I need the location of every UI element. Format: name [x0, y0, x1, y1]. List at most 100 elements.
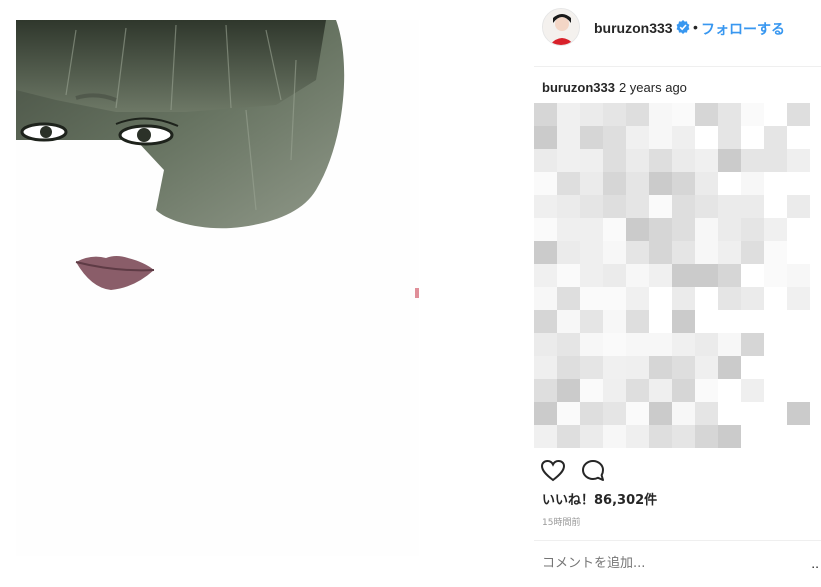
mosaic-cell — [649, 241, 672, 264]
mosaic-cell — [649, 425, 672, 448]
comment-input[interactable] — [540, 551, 799, 575]
mosaic-cell — [534, 402, 557, 425]
mosaic-cell — [741, 103, 764, 126]
mosaic-cell — [557, 287, 580, 310]
verified-badge-icon — [676, 20, 690, 34]
mosaic-cell — [626, 287, 649, 310]
mosaic-cell — [580, 425, 603, 448]
mosaic-cell — [534, 172, 557, 195]
post-photo[interactable] — [16, 20, 419, 556]
mosaic-cell — [557, 126, 580, 149]
mosaic-cell — [557, 218, 580, 241]
mosaic-cell — [580, 310, 603, 333]
mosaic-cell — [787, 149, 810, 172]
mosaic-cell — [534, 333, 557, 356]
mosaic-cell — [626, 195, 649, 218]
mosaic-cell — [695, 172, 718, 195]
mosaic-cell — [695, 264, 718, 287]
mosaic-cell — [557, 310, 580, 333]
mosaic-cell — [764, 126, 787, 149]
mosaic-cell — [672, 356, 695, 379]
mosaic-cell — [603, 356, 626, 379]
mosaic-cell — [718, 264, 741, 287]
mosaic-cell — [580, 195, 603, 218]
mosaic-cell — [626, 149, 649, 172]
comment-icon[interactable] — [580, 458, 606, 484]
mosaic-cell — [626, 172, 649, 195]
mosaic-cell — [626, 241, 649, 264]
post-age: 15時間前 — [542, 518, 581, 528]
separator-dot: • — [693, 19, 698, 35]
comment-bar: .. — [534, 540, 821, 587]
mosaic-cell — [672, 241, 695, 264]
mosaic-cell — [695, 218, 718, 241]
mosaic-cell — [764, 218, 787, 241]
mosaic-cell — [787, 103, 810, 126]
mosaic-cell — [603, 218, 626, 241]
mosaic-cell — [672, 310, 695, 333]
mosaic-cell — [626, 333, 649, 356]
mosaic-cell — [557, 264, 580, 287]
mosaic-cell — [580, 241, 603, 264]
mosaic-cell — [626, 356, 649, 379]
mosaic-cell — [557, 425, 580, 448]
mosaic-cell — [741, 241, 764, 264]
mosaic-cell — [557, 379, 580, 402]
mosaic-cell — [534, 241, 557, 264]
caption-time: 2 years ago — [618, 80, 687, 95]
more-options-icon[interactable]: .. — [811, 555, 819, 571]
mosaic-cell — [534, 103, 557, 126]
mosaic-cell — [741, 195, 764, 218]
follow-button[interactable]: フォローする — [701, 19, 785, 39]
mosaic-cell — [580, 264, 603, 287]
mosaic-cell — [603, 287, 626, 310]
post-sidebar: buruzon333 • フォローする buruzon333 2 years ag… — [534, 0, 821, 586]
mosaic-cell — [580, 172, 603, 195]
mosaic-cell — [557, 402, 580, 425]
avatar[interactable] — [542, 8, 580, 46]
mosaic-cell — [649, 126, 672, 149]
mosaic-cell — [672, 126, 695, 149]
mosaic-cell — [764, 241, 787, 264]
mosaic-cell — [580, 218, 603, 241]
mosaic-cell — [695, 333, 718, 356]
mosaic-cell — [649, 264, 672, 287]
mosaic-cell — [649, 149, 672, 172]
mosaic-cell — [603, 241, 626, 264]
mosaic-cell — [534, 379, 557, 402]
mosaic-cell — [787, 264, 810, 287]
mosaic-cell — [557, 241, 580, 264]
mosaic-cell — [580, 402, 603, 425]
mosaic-cell — [672, 218, 695, 241]
mosaic-cell — [649, 333, 672, 356]
mosaic-cell — [534, 195, 557, 218]
mosaic-cell — [626, 218, 649, 241]
caption-username[interactable]: buruzon333 — [542, 80, 615, 95]
mosaic-cell — [557, 149, 580, 172]
mosaic-cell — [741, 287, 764, 310]
mosaic-cell — [741, 149, 764, 172]
mosaic-cell — [672, 103, 695, 126]
mosaic-cell — [580, 356, 603, 379]
mosaic-cell — [718, 356, 741, 379]
caption: buruzon333 2 years ago — [542, 80, 687, 95]
mosaic-cell — [695, 103, 718, 126]
mosaic-cell — [580, 287, 603, 310]
avatar-image — [543, 9, 579, 45]
mosaic-cell — [626, 402, 649, 425]
mosaic-cell — [603, 264, 626, 287]
mosaic-cell — [580, 126, 603, 149]
mosaic-cell — [787, 402, 810, 425]
mosaic-cell — [718, 149, 741, 172]
mosaic-cell — [534, 218, 557, 241]
mosaic-cell — [672, 287, 695, 310]
mosaic-cell — [718, 126, 741, 149]
mosaic-cell — [695, 241, 718, 264]
like-count[interactable]: いいね！86,302件 — [542, 489, 657, 508]
mosaic-cell — [718, 425, 741, 448]
mosaic-cell — [649, 172, 672, 195]
mosaic-cell — [534, 126, 557, 149]
post-username[interactable]: buruzon333 — [594, 20, 673, 36]
mosaic-cell — [557, 172, 580, 195]
heart-icon[interactable] — [540, 458, 566, 484]
